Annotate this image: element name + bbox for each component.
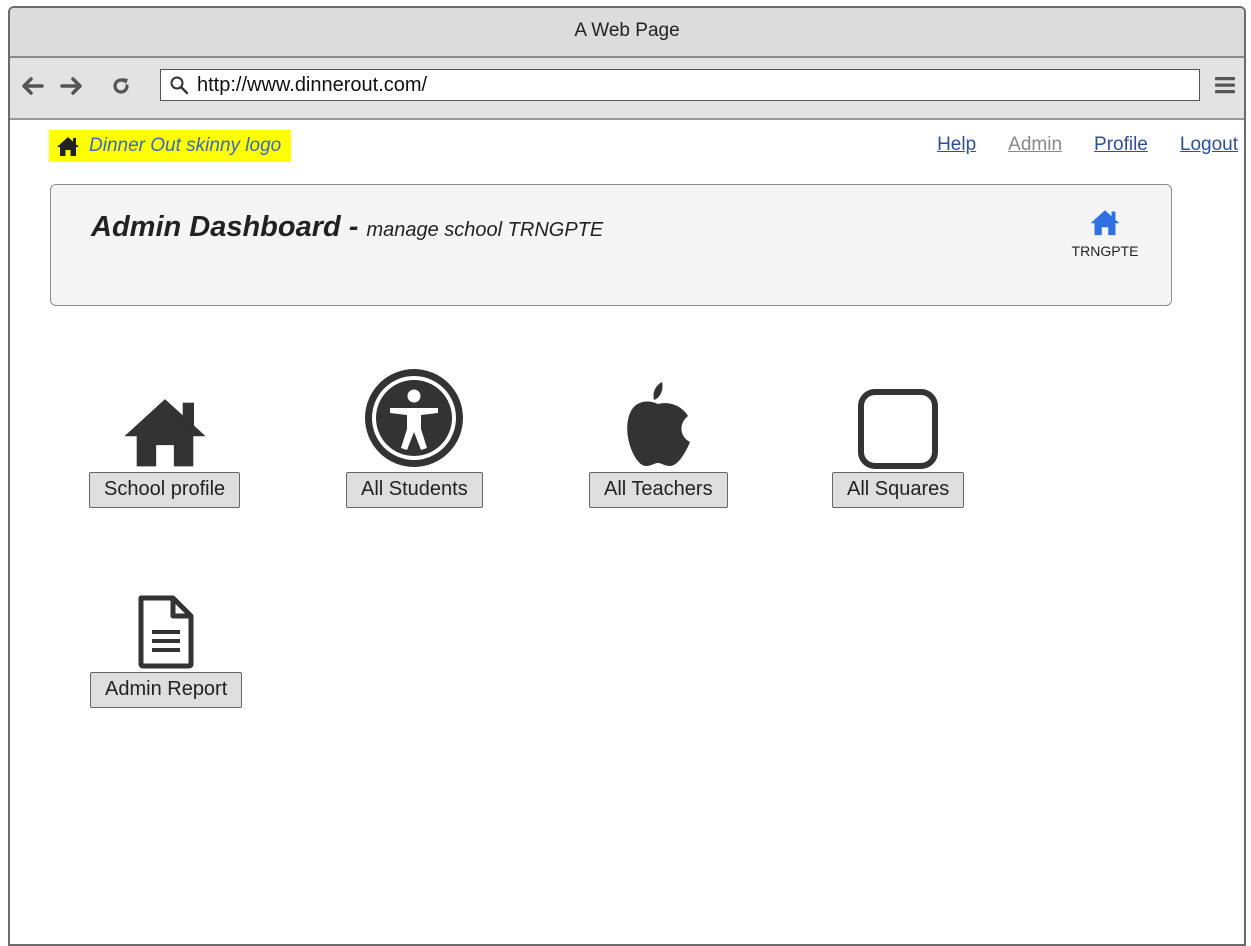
logout-link[interactable]: Logout — [1180, 134, 1238, 156]
school-profile-button[interactable]: School profile — [89, 472, 241, 508]
window-title: A Web Page — [10, 8, 1244, 58]
square-icon — [857, 358, 939, 470]
profile-link[interactable]: Profile — [1094, 134, 1148, 156]
home-icon — [55, 135, 81, 157]
dashboard-header-panel: Admin Dashboard - manage school TRNGPTE T… — [50, 184, 1172, 306]
browser-window: A Web Page http://www.dinnerout.com/ Din… — [8, 6, 1246, 946]
page-title: Admin Dashboard - manage school TRNGPTE — [91, 211, 603, 244]
help-link[interactable]: Help — [937, 134, 976, 156]
dashboard-title: Admin Dashboard - — [91, 211, 359, 243]
tile-all-squares: All Squares — [832, 358, 965, 508]
home-icon — [119, 358, 211, 470]
top-nav: Help Admin Profile Logout — [937, 134, 1238, 156]
accessibility-icon — [362, 358, 466, 470]
all-squares-button[interactable]: All Squares — [832, 472, 965, 508]
tile-admin-report: Admin Report — [90, 560, 243, 708]
admin-report-button[interactable]: Admin Report — [90, 672, 243, 708]
url-text: http://www.dinnerout.com/ — [197, 73, 428, 96]
logo-text: Dinner Out skinny logo — [89, 135, 282, 156]
school-badge[interactable]: TRNGPTE — [1065, 207, 1145, 259]
hamburger-menu-icon[interactable] — [1212, 72, 1238, 98]
arrow-left-icon[interactable] — [18, 71, 48, 101]
browser-toolbar: http://www.dinnerout.com/ — [10, 58, 1244, 120]
tile-all-students: All Students — [346, 358, 483, 508]
school-code: TRNGPTE — [1071, 243, 1139, 259]
site-logo[interactable]: Dinner Out skinny logo — [49, 130, 292, 162]
document-icon — [135, 560, 197, 670]
address-bar[interactable]: http://www.dinnerout.com/ — [160, 69, 1200, 101]
home-icon — [1065, 207, 1145, 237]
page-content: Dinner Out skinny logo Help Admin Profil… — [10, 120, 1244, 944]
apple-icon — [618, 358, 698, 470]
search-icon — [169, 75, 189, 95]
dashboard-subtitle: manage school TRNGPTE — [366, 219, 604, 241]
all-teachers-button[interactable]: All Teachers — [589, 472, 728, 508]
admin-link[interactable]: Admin — [1008, 134, 1062, 156]
all-students-button[interactable]: All Students — [346, 472, 483, 508]
arrow-right-icon[interactable] — [56, 71, 86, 101]
tile-all-teachers: All Teachers — [589, 358, 728, 508]
reload-icon[interactable] — [106, 71, 136, 101]
tile-school-profile: School profile — [89, 358, 241, 508]
